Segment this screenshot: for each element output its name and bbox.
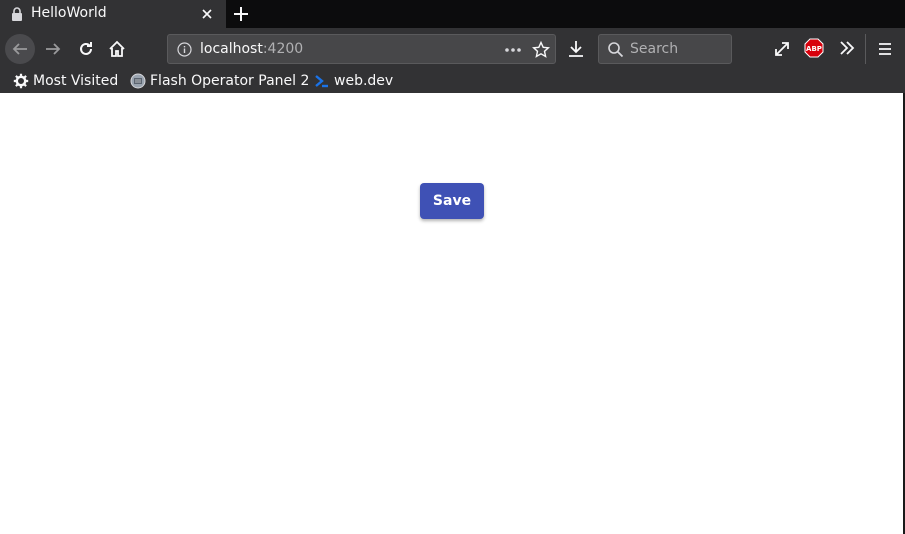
adblock-icon[interactable]: ABP xyxy=(804,38,824,58)
home-button[interactable] xyxy=(102,34,132,64)
lock-icon xyxy=(12,7,22,21)
back-button[interactable] xyxy=(5,34,35,64)
tab-helloworld[interactable]: HelloWorld xyxy=(0,0,226,28)
reload-icon xyxy=(80,42,92,55)
save-button[interactable]: Save xyxy=(420,183,484,219)
close-icon[interactable] xyxy=(199,6,215,22)
tab-strip: HelloWorld xyxy=(0,0,905,28)
info-icon[interactable] xyxy=(177,42,192,57)
tab-title: HelloWorld xyxy=(31,5,107,21)
back-arrow-icon xyxy=(12,43,27,55)
bookmark-label: web.dev xyxy=(334,73,394,89)
search-bar[interactable]: Search xyxy=(598,34,732,64)
bookmark-label: Most Visited xyxy=(33,73,119,89)
browser-window: HelloWorld localhost:4200 Search ABP Mos… xyxy=(0,0,905,534)
overflow-chevron-icon[interactable] xyxy=(838,39,856,57)
reload-button[interactable] xyxy=(71,34,101,64)
url-text: localhost:4200 xyxy=(200,41,303,57)
adblock-label: ABP xyxy=(806,45,822,53)
search-icon xyxy=(608,42,624,58)
bookmarks-toolbar: Most Visited Flash Operator Panel 2 web.… xyxy=(0,70,905,93)
page-content: Save xyxy=(0,93,905,534)
toolbar-divider xyxy=(865,34,866,64)
url-port: :4200 xyxy=(262,41,304,57)
plus-icon[interactable] xyxy=(231,4,251,24)
panel-favicon-icon xyxy=(130,73,146,89)
forward-arrow-icon xyxy=(46,43,61,55)
bookmark-web-dev[interactable]: web.dev xyxy=(314,71,393,91)
webdev-favicon-icon xyxy=(315,75,328,88)
hamburger-menu-icon[interactable] xyxy=(876,40,894,58)
search-placeholder: Search xyxy=(630,41,679,57)
more-dots-icon[interactable] xyxy=(504,44,522,56)
bookmark-flash-operator-panel[interactable]: Flash Operator Panel 2 xyxy=(130,71,309,91)
forward-button[interactable] xyxy=(38,34,68,64)
bookmark-label: Flash Operator Panel 2 xyxy=(150,73,310,89)
navigation-toolbar: localhost:4200 Search ABP xyxy=(0,28,905,70)
gear-icon xyxy=(13,73,29,89)
url-bar[interactable]: localhost:4200 xyxy=(167,34,556,64)
download-icon[interactable] xyxy=(566,39,586,59)
home-icon xyxy=(109,40,125,57)
fullscreen-icon[interactable] xyxy=(772,39,792,59)
url-host: localhost xyxy=(200,41,263,57)
bookmark-most-visited[interactable]: Most Visited xyxy=(13,71,118,91)
star-icon[interactable] xyxy=(532,41,550,59)
